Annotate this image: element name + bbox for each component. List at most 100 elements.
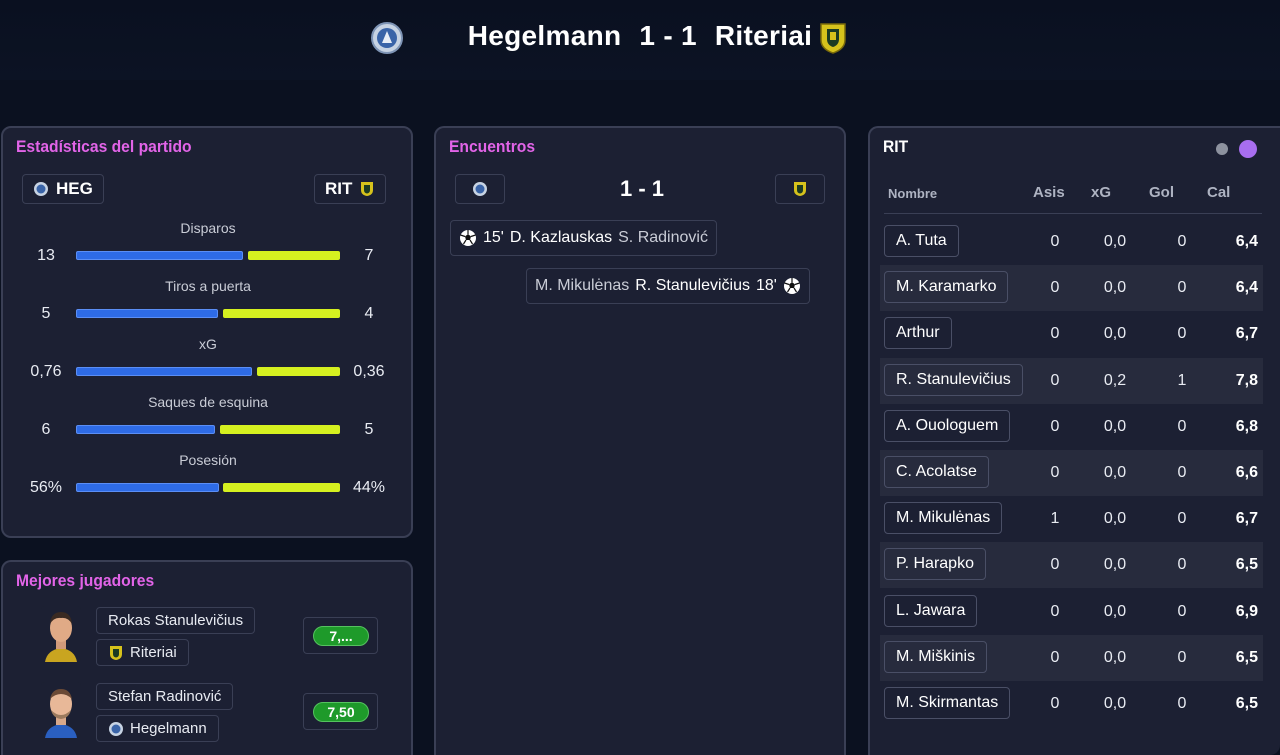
player-row[interactable]: C. Acolatse 0 0,0 0 6,6 bbox=[880, 450, 1263, 496]
stat-away-bar bbox=[248, 251, 340, 260]
player-name[interactable]: M. Skirmantas bbox=[884, 687, 1011, 719]
away-team-chip: RIT bbox=[314, 174, 387, 204]
stat-away-value: 44% bbox=[352, 479, 386, 496]
player-xg: 0,0 bbox=[1103, 556, 1127, 574]
player-rating: 7,8 bbox=[1235, 371, 1258, 389]
player-assists: 0 bbox=[1050, 648, 1060, 666]
col-header-xg[interactable]: xG bbox=[1091, 184, 1111, 201]
col-header-name[interactable]: Nombre bbox=[888, 186, 937, 201]
player-rating: 6,5 bbox=[1235, 556, 1258, 574]
rating-badge: 7,50 bbox=[313, 702, 369, 722]
player-goals: 0 bbox=[1177, 602, 1187, 620]
player-goals: 0 bbox=[1177, 233, 1187, 250]
player-row[interactable]: M. Karamarko 0 0,0 0 6,4 bbox=[880, 265, 1263, 312]
player-name[interactable]: M. Miškinis bbox=[884, 640, 988, 673]
player-rating: 7,... bbox=[303, 617, 378, 654]
player-rating: 6,7 bbox=[1235, 510, 1258, 528]
match-score: 1 - 1 bbox=[639, 20, 697, 51]
home-team-name: Hegelmann bbox=[467, 20, 622, 51]
player-assists: 0 bbox=[1050, 556, 1060, 574]
match-title: Hegelmann 1 - 1 Riteriai bbox=[0, 20, 1280, 52]
riteriai-crest-icon bbox=[794, 182, 806, 196]
best-player-team: Hegelmann bbox=[96, 715, 219, 742]
away-team-name: Riteriai bbox=[714, 20, 813, 51]
player-row[interactable]: A. Tuta 0 0,0 0 6,4 bbox=[880, 219, 1263, 265]
player-row[interactable]: L. Jawara 0 0,0 0 6,9 bbox=[880, 589, 1263, 635]
player-xg: 0,0 bbox=[1103, 510, 1127, 528]
player-row[interactable]: R. Stanulevičius 0 0,2 1 7,8 bbox=[880, 357, 1263, 404]
player-avatar bbox=[41, 606, 81, 662]
player-goals: 0 bbox=[1177, 695, 1187, 712]
col-header-goals[interactable]: Gol bbox=[1149, 184, 1174, 201]
player-xg: 0,0 bbox=[1103, 233, 1127, 250]
best-player-name: Stefan Radinović bbox=[96, 683, 234, 710]
player-rating: 6,7 bbox=[1235, 325, 1258, 343]
player-rating: 6,8 bbox=[1235, 417, 1258, 435]
player-xg: 0,0 bbox=[1103, 602, 1127, 620]
player-name[interactable]: L. Jawara bbox=[884, 594, 978, 627]
player-rating: 6,4 bbox=[1235, 233, 1258, 250]
stat-away-bar bbox=[223, 309, 340, 318]
player-name[interactable]: A. Ouologuem bbox=[884, 409, 1011, 442]
player-name[interactable]: P. Harapko bbox=[884, 548, 986, 581]
col-header-assists[interactable]: Asis bbox=[1033, 184, 1065, 201]
player-assists: 0 bbox=[1050, 279, 1060, 297]
player-row[interactable]: M. Mikulėnas 1 0,0 0 6,7 bbox=[880, 496, 1263, 542]
player-goals: 1 bbox=[1177, 371, 1187, 389]
player-name[interactable]: M. Karamarko bbox=[884, 271, 1009, 304]
player-row[interactable]: M. Miškinis 0 0,0 0 6,5 bbox=[880, 634, 1263, 681]
stat-away-value: 0,36 bbox=[353, 363, 385, 380]
col-header-rating[interactable]: Cal bbox=[1207, 184, 1230, 201]
player-xg: 0,0 bbox=[1103, 417, 1127, 435]
stat-home-value: 13 bbox=[37, 247, 55, 264]
stat-home-value: 0,76 bbox=[30, 363, 62, 380]
goal-event-home[interactable]: 15' D. Kazlauskas S. Radinović bbox=[450, 220, 717, 256]
player-assists: 0 bbox=[1050, 325, 1060, 343]
player-xg: 0,0 bbox=[1103, 464, 1127, 481]
player-name[interactable]: Arthur bbox=[884, 317, 952, 350]
player-name[interactable]: R. Stanulevičius bbox=[884, 363, 1023, 396]
page-dot-active[interactable] bbox=[1239, 140, 1257, 158]
page-dot-inactive[interactable] bbox=[1216, 143, 1228, 155]
riteriai-crest-icon bbox=[820, 23, 846, 54]
encounters-title: Encuentros bbox=[449, 137, 536, 156]
riteriai-crest-icon bbox=[361, 182, 374, 196]
stat-label: Saques de esquina bbox=[148, 394, 268, 410]
player-name[interactable]: A. Tuta bbox=[884, 225, 959, 257]
player-assists: 0 bbox=[1050, 464, 1060, 481]
stat-home-bar bbox=[76, 251, 243, 260]
rating-badge: 7,... bbox=[313, 626, 369, 646]
player-rating: 6,6 bbox=[1235, 464, 1258, 481]
stat-label: Tiros a puerta bbox=[165, 278, 251, 294]
stat-away-value: 4 bbox=[364, 305, 374, 322]
player-name[interactable]: C. Acolatse bbox=[884, 456, 989, 488]
goal-event-away[interactable]: M. Mikulėnas R. Stanulevičius 18' bbox=[526, 268, 810, 304]
encounters-panel: Encuentros 1 - 1 15' D. Kazlauskas S. Ra… bbox=[434, 126, 846, 755]
goal-assist: M. Mikulėnas bbox=[535, 277, 630, 294]
player-name[interactable]: M. Mikulėnas bbox=[884, 502, 1003, 535]
player-row[interactable]: Arthur 0 0,0 0 6,7 bbox=[880, 311, 1263, 357]
soccer-ball-icon bbox=[460, 230, 476, 246]
player-rating: 6,4 bbox=[1235, 279, 1258, 297]
best-player-name: Rokas Stanulevičius bbox=[96, 607, 256, 634]
player-rating: 7,50 bbox=[303, 693, 378, 730]
player-rating: 6,5 bbox=[1235, 695, 1258, 712]
player-xg: 0,2 bbox=[1103, 371, 1127, 389]
stat-away-bar bbox=[257, 367, 340, 376]
player-row[interactable]: M. Skirmantas 0 0,0 0 6,5 bbox=[880, 681, 1263, 727]
player-xg: 0,0 bbox=[1103, 325, 1127, 343]
match-header: Hegelmann 1 - 1 Riteriai bbox=[0, 0, 1280, 80]
stat-home-bar bbox=[76, 309, 218, 318]
goal-minute: 18' bbox=[755, 277, 777, 294]
goal-scorer: R. Stanulevičius bbox=[635, 277, 750, 294]
player-assists: 0 bbox=[1050, 602, 1060, 620]
stat-label: Posesión bbox=[179, 452, 237, 468]
player-row[interactable]: A. Ouologuem 0 0,0 0 6,8 bbox=[880, 404, 1263, 450]
stat-home-value: 6 bbox=[41, 421, 51, 438]
player-rating: 6,9 bbox=[1235, 602, 1258, 620]
player-assists: 1 bbox=[1050, 510, 1060, 528]
soccer-ball-icon bbox=[783, 278, 800, 294]
player-row[interactable]: P. Harapko 0 0,0 0 6,5 bbox=[880, 542, 1263, 589]
stats-panel-title: Estadísticas del partido bbox=[16, 137, 192, 156]
home-team-chip: HEG bbox=[22, 174, 104, 204]
